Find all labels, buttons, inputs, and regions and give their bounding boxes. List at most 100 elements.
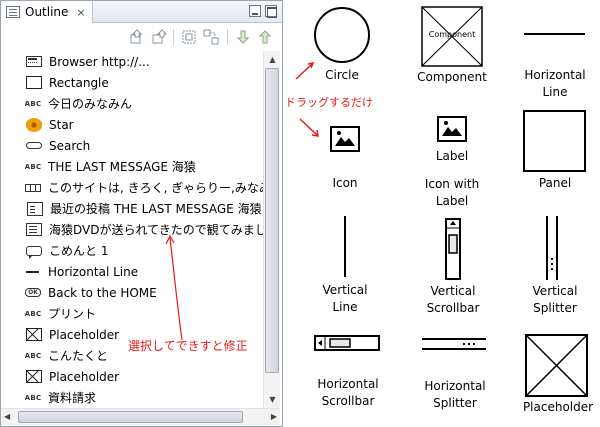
list-item[interactable]: OK Back to the HOME (25, 282, 263, 303)
vertical-scrollbar[interactable]: ▲ ▼ (263, 51, 280, 408)
toolbar-separator (227, 29, 228, 45)
list-item-label: こんたくと (48, 349, 109, 363)
list-item-label: こめんと 1 (49, 244, 109, 258)
search-icon (26, 142, 42, 149)
palette-vertical-splitter-label: Vertical Splitter (532, 284, 578, 315)
palette-horizontal-scrollbar-shape[interactable] (314, 334, 380, 352)
palette-icon-shape[interactable] (330, 126, 360, 152)
list-item-label: Star (49, 117, 74, 132)
iframe-icon (25, 183, 41, 192)
list-item[interactable]: Browser http://... (25, 51, 263, 72)
list-item[interactable]: ABC 今日のみなみん (25, 93, 263, 114)
ungroup-icon[interactable] (203, 29, 219, 45)
palette-vertical-splitter-shape[interactable] (545, 216, 559, 280)
horizontal-line-icon (25, 264, 41, 280)
list-item-label: 海猿DVDが送られてきたので観てみまし (49, 223, 263, 237)
outline-toolbar (1, 24, 282, 48)
outline-icon (6, 6, 20, 18)
list-item[interactable]: 最近の投稿 THE LAST MESSAGE 海猿 (25, 198, 263, 219)
palette-placeholder-label: Placeholder (522, 400, 594, 414)
palette-icon-label: Icon (332, 176, 358, 190)
annotation-select-edit-text: 選択してできすと修正 (128, 339, 248, 353)
palette-vertical-scrollbar-label: Vertical Scrollbar (426, 284, 480, 315)
comment-icon (26, 245, 42, 259)
text-abc-icon: ABC (25, 309, 42, 318)
palette-vertical-line-label: Vertical Line (322, 283, 368, 314)
toolbar-separator (173, 29, 174, 45)
rectangle-icon (26, 76, 42, 89)
list-item[interactable]: Horizontal Line (25, 261, 263, 282)
scroll-thumb[interactable] (265, 68, 279, 373)
scroll-left-arrow-icon[interactable]: ◀ (4, 412, 10, 421)
list-item[interactable]: こめんと 1 (25, 240, 263, 261)
palette-horizontal-scrollbar-label: Horizontal Scrollbar (317, 377, 379, 408)
group-icon[interactable] (181, 29, 197, 45)
list-item-label: 最近の投稿 THE LAST MESSAGE 海猿 (50, 202, 262, 216)
palette-component-shape[interactable]: Component (421, 6, 483, 67)
palette-panel-label: Panel (538, 176, 572, 190)
star-icon (26, 117, 42, 132)
bring-to-front-icon[interactable] (129, 29, 145, 45)
maximize-button[interactable] (265, 5, 277, 18)
palette-panel-shape[interactable] (523, 110, 586, 172)
palette-horizontal-splitter-label: Horizontal Splitter (424, 379, 486, 410)
list-item-label: THE LAST MESSAGE 海猿 (48, 160, 196, 174)
list-item[interactable]: ABC THE LAST MESSAGE 海猿 (25, 156, 263, 177)
scroll-down-arrow-icon[interactable]: ▼ (264, 391, 281, 408)
list-item-label: このサイトは, きろく, ぎゃらりー,みなみ (48, 181, 263, 195)
outline-tree: Browser http://... Rectangle ABC 今日のみなみん… (1, 51, 263, 408)
palette-horizontal-line-shape[interactable] (524, 33, 585, 35)
list-item-label: Rectangle (49, 75, 109, 90)
placeholder-icon (26, 370, 42, 383)
palette-vertical-line-shape[interactable] (344, 216, 346, 277)
browser-icon (26, 56, 42, 67)
list-item[interactable]: Star (25, 114, 263, 135)
list-item-label: 今日のみなみん (48, 97, 133, 111)
text-abc-icon: ABC (25, 393, 42, 402)
palette-vertical-scrollbar-shape[interactable] (444, 218, 462, 280)
text-block-icon (26, 223, 42, 236)
palette-label-label[interactable]: Label (422, 148, 482, 165)
annotation-drag-text: ドラッグするだけ (285, 96, 373, 109)
list-item[interactable]: Placeholder (25, 366, 263, 387)
move-down-icon[interactable] (235, 29, 251, 45)
palette-horizontal-splitter-shape[interactable] (422, 337, 486, 351)
list-item[interactable]: ABC 資料請求 (25, 387, 263, 408)
list-item-label: プリント (48, 307, 97, 321)
outline-view: Outline × Browser http://... Rectangle A… (0, 0, 283, 427)
list-item-label: Search (49, 138, 91, 153)
ok-button-icon: OK (25, 288, 41, 297)
list-item[interactable]: ABC プリント (25, 303, 263, 324)
outline-header: Outline × (1, 1, 282, 23)
scroll-up-arrow-icon[interactable]: ▲ (264, 51, 281, 68)
list-item-label: 資料請求 (48, 391, 97, 405)
list-item-label: Back to the HOME (48, 285, 157, 300)
palette-component-label: Component (417, 70, 487, 84)
move-up-icon[interactable] (257, 29, 273, 45)
list-item[interactable]: 海猿DVDが送られてきたので観てみまし (25, 219, 263, 240)
list-item-label: Placeholder (49, 369, 120, 384)
palette-horizontal-line-label: Horizontal Line (524, 68, 586, 99)
tab-outline[interactable]: Outline × (1, 1, 93, 23)
scroll-thumb[interactable] (18, 411, 243, 423)
component-inner-label: Component (428, 30, 476, 39)
minimize-button[interactable] (249, 5, 261, 17)
placeholder-icon (26, 328, 42, 341)
list-item-label: Horizontal Line (48, 264, 139, 279)
document-icon (27, 201, 43, 216)
tab-outline-label: Outline (25, 5, 69, 19)
palette-placeholder-shape[interactable] (525, 334, 588, 397)
list-item[interactable]: このサイトは, きろく, ぎゃらりー,みなみ (25, 177, 263, 198)
text-abc-icon: ABC (25, 99, 42, 108)
palette-icon-with-label-shape[interactable] (437, 116, 467, 142)
annotation-select-arrow (165, 234, 183, 341)
close-icon[interactable]: × (76, 6, 85, 19)
palette-icon-with-label-label: Icon with Label (424, 177, 480, 208)
horizontal-scrollbar[interactable]: ◀ ▶ (1, 408, 280, 425)
scroll-right-arrow-icon[interactable]: ▶ (271, 412, 277, 421)
list-item[interactable]: Rectangle (25, 72, 263, 93)
text-abc-icon: ABC (25, 162, 42, 171)
list-item-label: Placeholder (49, 327, 120, 342)
bring-forward-icon[interactable] (151, 29, 167, 45)
list-item[interactable]: Search (25, 135, 263, 156)
